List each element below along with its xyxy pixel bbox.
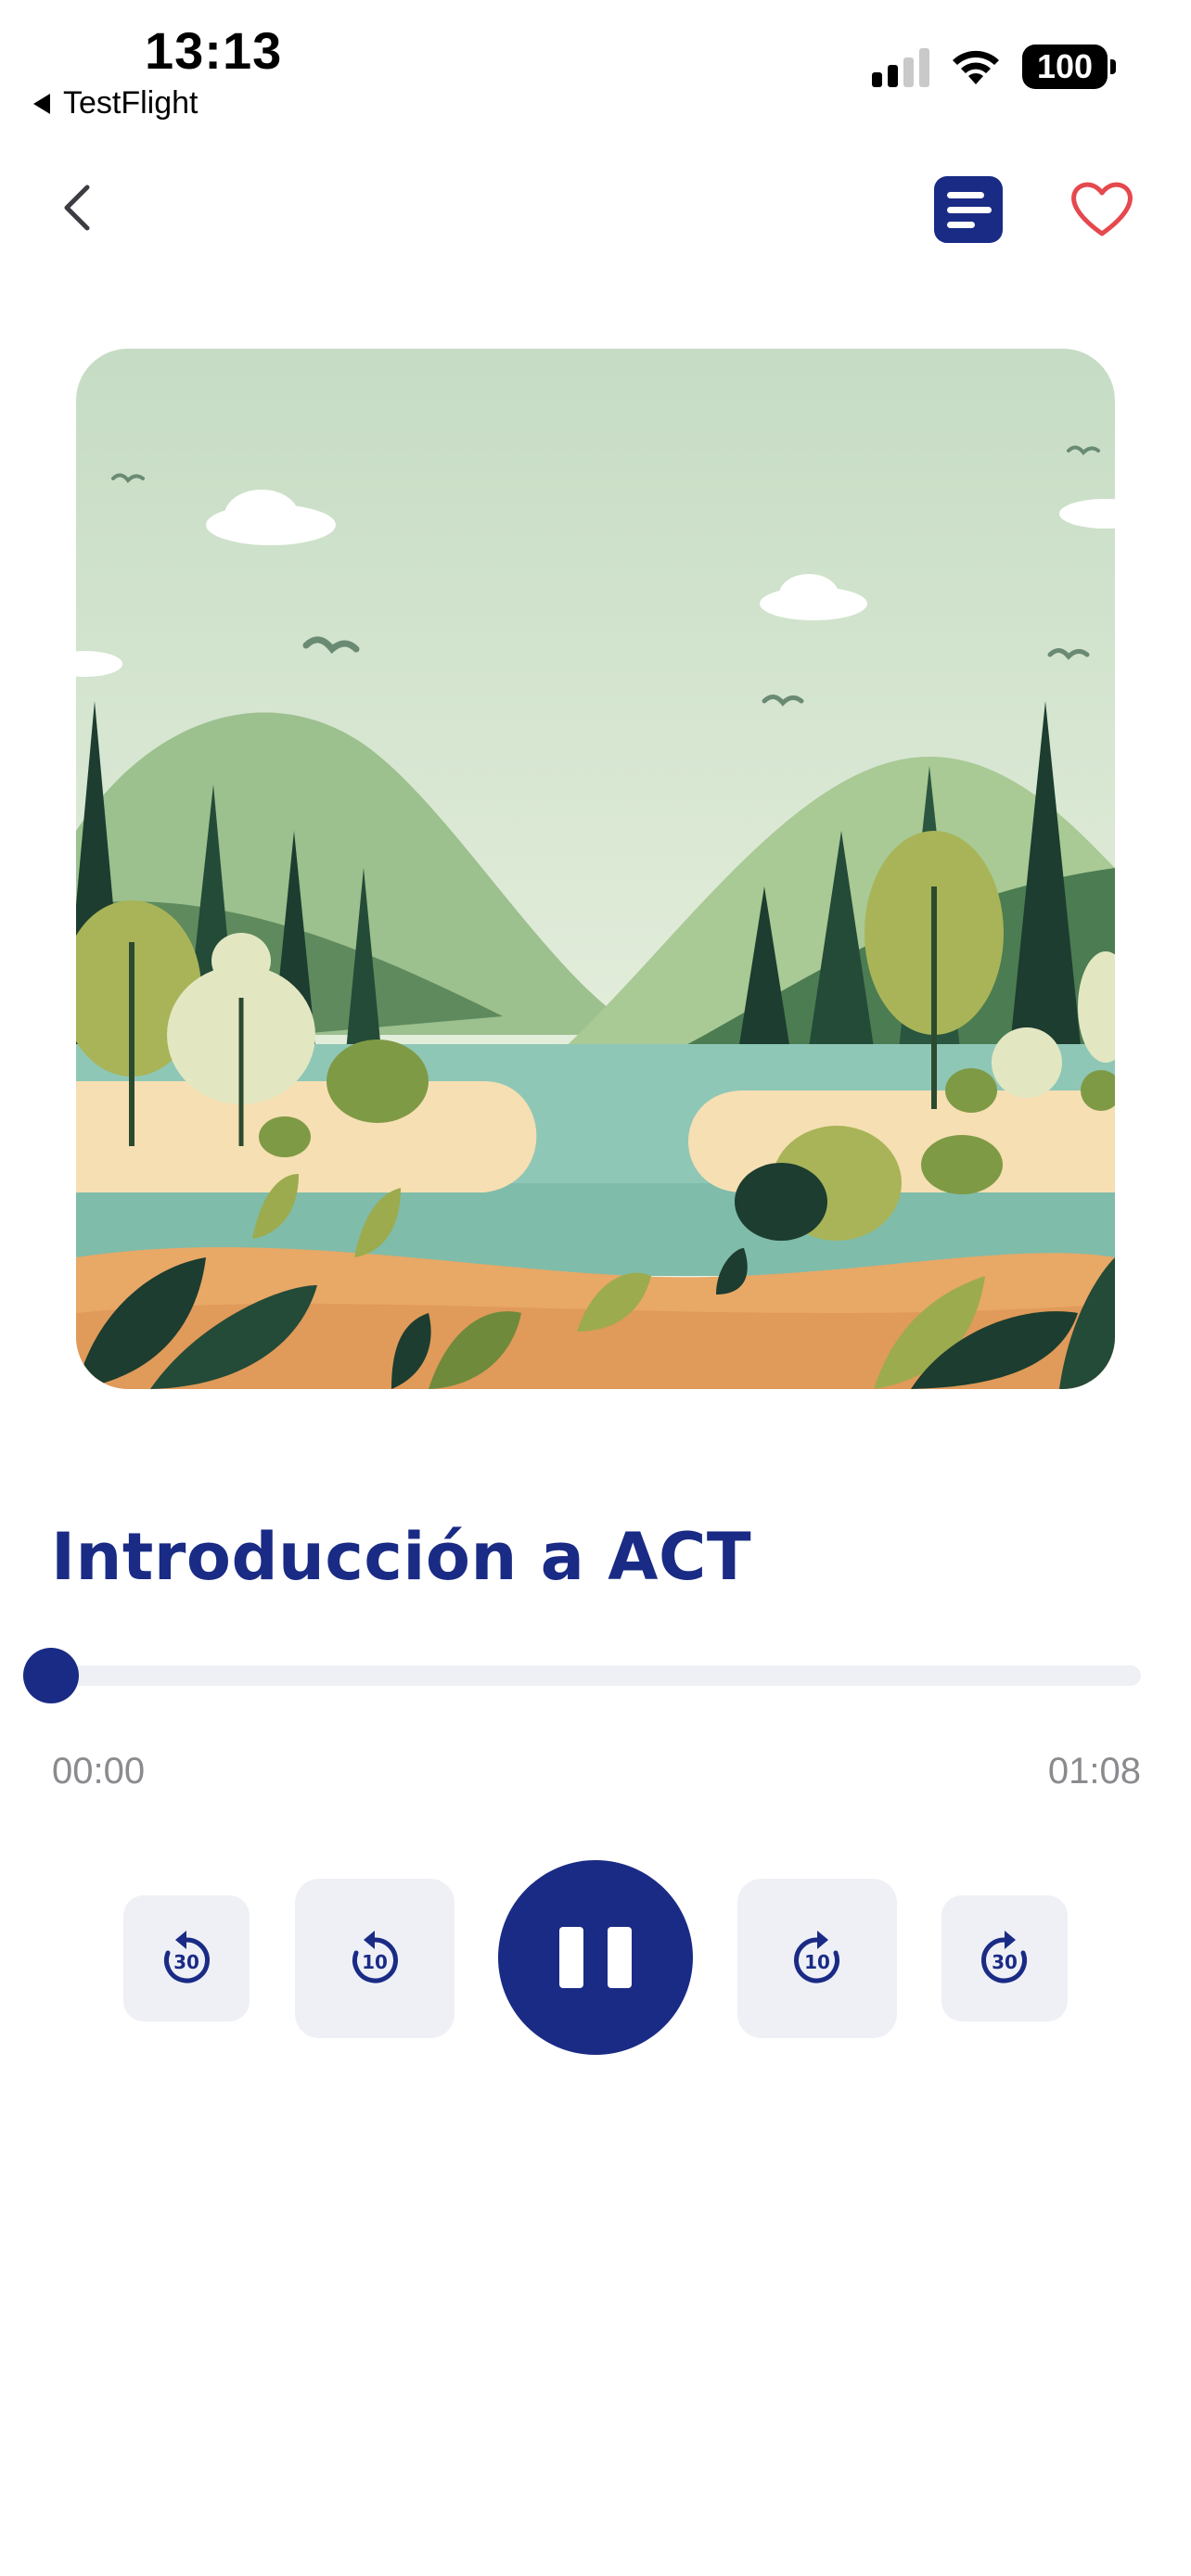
track-title: Introducción a ACT	[51, 1519, 752, 1595]
chevron-left-icon	[64, 185, 90, 231]
return-app-name: TestFlight	[63, 85, 198, 121]
heart-outline-icon	[1071, 182, 1133, 236]
forest-lake-illustration	[76, 349, 1115, 1389]
back-triangle-icon	[33, 93, 50, 114]
rewind-30-label: 30	[173, 1951, 199, 1973]
wifi-icon	[953, 50, 999, 84]
progress-thumb[interactable]	[23, 1648, 79, 1703]
progress-track[interactable]	[50, 1665, 1141, 1686]
track-artwork	[76, 349, 1115, 1389]
status-time: 13:13	[145, 21, 283, 80]
rewind-30-button[interactable]: 30	[123, 1895, 250, 2021]
forward-30-button[interactable]: 30	[941, 1895, 1068, 2021]
forward-10-button[interactable]: 10	[737, 1879, 897, 2038]
pause-icon	[559, 1927, 583, 1988]
back-button[interactable]	[54, 182, 106, 234]
forward-30-label: 30	[992, 1951, 1018, 1973]
current-time: 00:00	[52, 1751, 146, 1792]
forward-10-label: 10	[804, 1951, 830, 1973]
rewind-10-button[interactable]: 10	[295, 1879, 455, 2038]
pause-button[interactable]	[498, 1860, 693, 2055]
status-icons: 100	[872, 45, 1116, 89]
rewind-10-label: 10	[362, 1951, 388, 1973]
total-time: 01:08	[1047, 1751, 1141, 1792]
battery-indicator: 100	[1022, 45, 1116, 89]
text-lines-icon	[947, 191, 984, 198]
transcript-button[interactable]	[934, 176, 1003, 243]
favorite-button[interactable]	[1069, 178, 1135, 239]
return-to-app-link[interactable]: TestFlight	[33, 85, 198, 121]
cellular-signal-icon	[872, 46, 929, 87]
